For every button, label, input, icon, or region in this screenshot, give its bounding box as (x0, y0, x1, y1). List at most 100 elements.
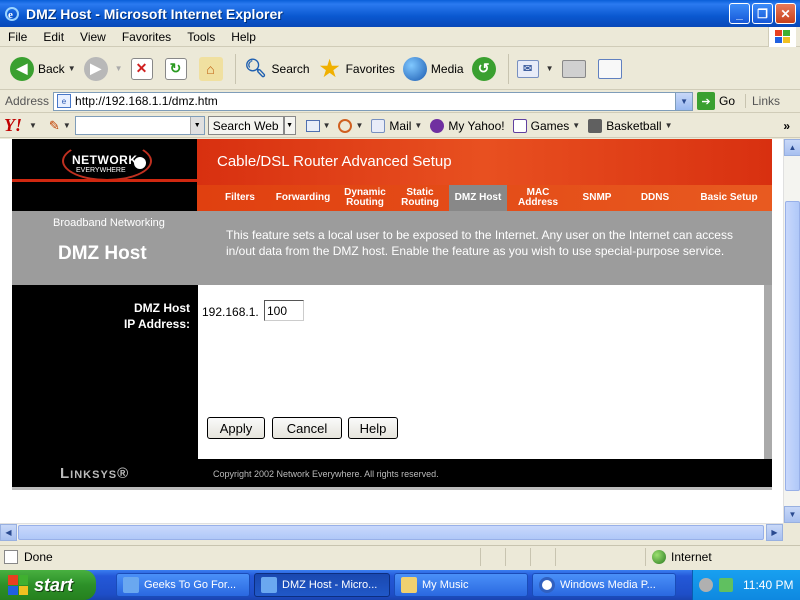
start-button[interactable]: start (0, 570, 96, 600)
taskbar-item-geeks[interactable]: Geeks To Go For... (116, 573, 250, 597)
windows-flag-icon (8, 575, 28, 595)
edit-button[interactable] (594, 52, 630, 86)
taskbar-item-dmz-host[interactable]: DMZ Host - Micro... (254, 573, 390, 597)
section-label: Broadband Networking (53, 217, 165, 229)
cancel-button[interactable]: Cancel (272, 417, 342, 439)
address-input[interactable]: e http://192.168.1.1/dmz.htm ▼ (53, 91, 694, 111)
status-cell (505, 548, 529, 566)
start-label: start (34, 574, 74, 595)
tab-filters[interactable]: Filters (215, 185, 265, 211)
task-label: Geeks To Go For... (144, 579, 237, 591)
tab-snmp[interactable]: SNMP (575, 185, 619, 211)
games-dropdown-icon[interactable]: ▼ (572, 121, 580, 130)
edit-page-icon (597, 58, 622, 79)
yahoo-mail-dropdown-icon[interactable]: ▼ (414, 121, 422, 130)
search-button[interactable]: 🔍︎ Search (240, 52, 314, 86)
tray-network-icon[interactable] (719, 578, 733, 592)
scroll-left-arrow-icon[interactable]: ◀ (0, 524, 17, 541)
go-arrow-icon: ➔ (697, 92, 716, 110)
dmz-ip-input[interactable] (264, 300, 304, 321)
games-button[interactable]: Games ▼ (512, 118, 580, 133)
basketball-label: Basketball (606, 118, 662, 133)
menu-help[interactable]: Help (223, 30, 264, 44)
horizontal-scrollbar[interactable]: ◀ ▶ (0, 523, 783, 541)
refresh-button[interactable]: ↻ (161, 52, 195, 86)
minimize-button[interactable]: _ (729, 3, 750, 24)
basketball-dropdown-icon[interactable]: ▼ (665, 121, 673, 130)
address-dropdown-icon[interactable]: ▼ (675, 92, 693, 110)
scroll-down-arrow-icon[interactable]: ▼ (784, 506, 800, 523)
search-web-label: Search Web (212, 118, 279, 133)
back-label: Back (38, 61, 65, 76)
menu-favorites[interactable]: Favorites (114, 30, 179, 44)
network-everywhere-logo: NETWORK EVERYWHERE (12, 139, 197, 181)
print-button[interactable] (558, 52, 594, 86)
back-dropdown-icon[interactable]: ▼ (68, 64, 76, 73)
pencil-dropdown-icon[interactable]: ▼ (63, 121, 71, 130)
home-icon: ⌂ (198, 56, 223, 81)
stop-icon: ✕ (130, 57, 153, 80)
tab-dmz-host[interactable]: DMZ Host (449, 185, 507, 211)
home-button[interactable]: ⌂ (195, 52, 231, 86)
close-button[interactable]: ✕ (775, 3, 796, 24)
search-web-button[interactable]: Search Web (207, 116, 284, 135)
page-done-icon (4, 549, 18, 564)
help-button[interactable]: Help (348, 417, 398, 439)
links-button[interactable]: Links (744, 94, 780, 108)
horizontal-scroll-thumb[interactable] (18, 525, 764, 540)
ie-task-icon (123, 577, 139, 593)
window-icon[interactable] (305, 119, 320, 132)
tab-mac-address[interactable]: MAC Address (515, 185, 561, 211)
form-label-column: DMZ Host IP Address: (12, 285, 198, 459)
media-button[interactable]: Media (399, 52, 468, 86)
history-button[interactable]: ↺ (468, 52, 504, 86)
clock[interactable]: 11:40 PM (743, 578, 793, 592)
internet-explorer-icon: e (4, 6, 20, 22)
yahoo-mail-label: Mail (389, 118, 412, 133)
favorites-button[interactable]: ★ Favorites (314, 52, 399, 86)
basketball-button[interactable]: Basketball ▼ (588, 118, 673, 133)
tray-icon[interactable] (699, 578, 713, 592)
pencil-icon[interactable]: ✎ (49, 118, 60, 134)
scroll-right-arrow-icon[interactable]: ▶ (766, 524, 783, 541)
forward-arrow-icon: ▶ (83, 56, 108, 81)
tab-basic-setup[interactable]: Basic Setup (697, 185, 761, 211)
taskbar-item-windows-media[interactable]: Windows Media P... (532, 573, 676, 597)
forward-dropdown-icon[interactable]: ▼ (115, 64, 123, 73)
tab-ddns[interactable]: DDNS (635, 185, 675, 211)
star-icon: ★ (319, 55, 340, 81)
search-web-dropdown-icon[interactable]: ▼ (283, 116, 296, 135)
back-button[interactable]: ◀ Back ▼ (6, 52, 80, 86)
yahoo-search-dropdown-icon[interactable]: ▼ (189, 117, 204, 134)
yahoo-mail-button[interactable]: Mail ▼ (371, 118, 422, 133)
target-dropdown-icon[interactable]: ▼ (355, 121, 363, 130)
menu-tools[interactable]: Tools (179, 30, 223, 44)
menu-edit[interactable]: Edit (35, 30, 72, 44)
tab-static-routing[interactable]: Static Routing (397, 185, 443, 211)
window-dropdown-icon[interactable]: ▼ (323, 121, 331, 130)
my-yahoo-button[interactable]: My Yahoo! (430, 118, 505, 133)
mail-button[interactable]: ✉ ▼ (513, 52, 558, 86)
maximize-button[interactable]: ❐ (752, 3, 773, 24)
target-icon[interactable] (338, 118, 353, 133)
scroll-up-arrow-icon[interactable]: ▲ (784, 139, 800, 156)
taskbar-item-my-music[interactable]: My Music (394, 573, 528, 597)
vertical-scrollbar[interactable]: ▲ ▼ (783, 139, 800, 523)
menu-view[interactable]: View (72, 30, 114, 44)
tab-forwarding[interactable]: Forwarding (271, 185, 335, 211)
folder-icon (401, 577, 417, 593)
mail-dropdown-icon[interactable]: ▼ (546, 64, 554, 73)
toolbar-overflow-chevron[interactable]: » (783, 119, 790, 133)
vertical-scroll-thumb[interactable] (785, 201, 800, 491)
yahoo-search-input[interactable]: ▼ (74, 116, 205, 135)
yahoo-logo[interactable]: Y! (4, 115, 22, 136)
toolbar-separator (507, 53, 509, 84)
apply-button[interactable]: Apply (207, 417, 265, 439)
stop-button[interactable]: ✕ (127, 52, 161, 86)
tab-dynamic-routing[interactable]: Dynamic Routing (339, 185, 391, 211)
task-label: Windows Media P... (560, 579, 656, 591)
forward-button[interactable]: ▶ ▼ (80, 52, 127, 86)
menu-file[interactable]: File (0, 30, 35, 44)
yahoo-dropdown-icon[interactable]: ▼ (29, 121, 37, 130)
go-button[interactable]: ➔ Go (697, 92, 735, 110)
